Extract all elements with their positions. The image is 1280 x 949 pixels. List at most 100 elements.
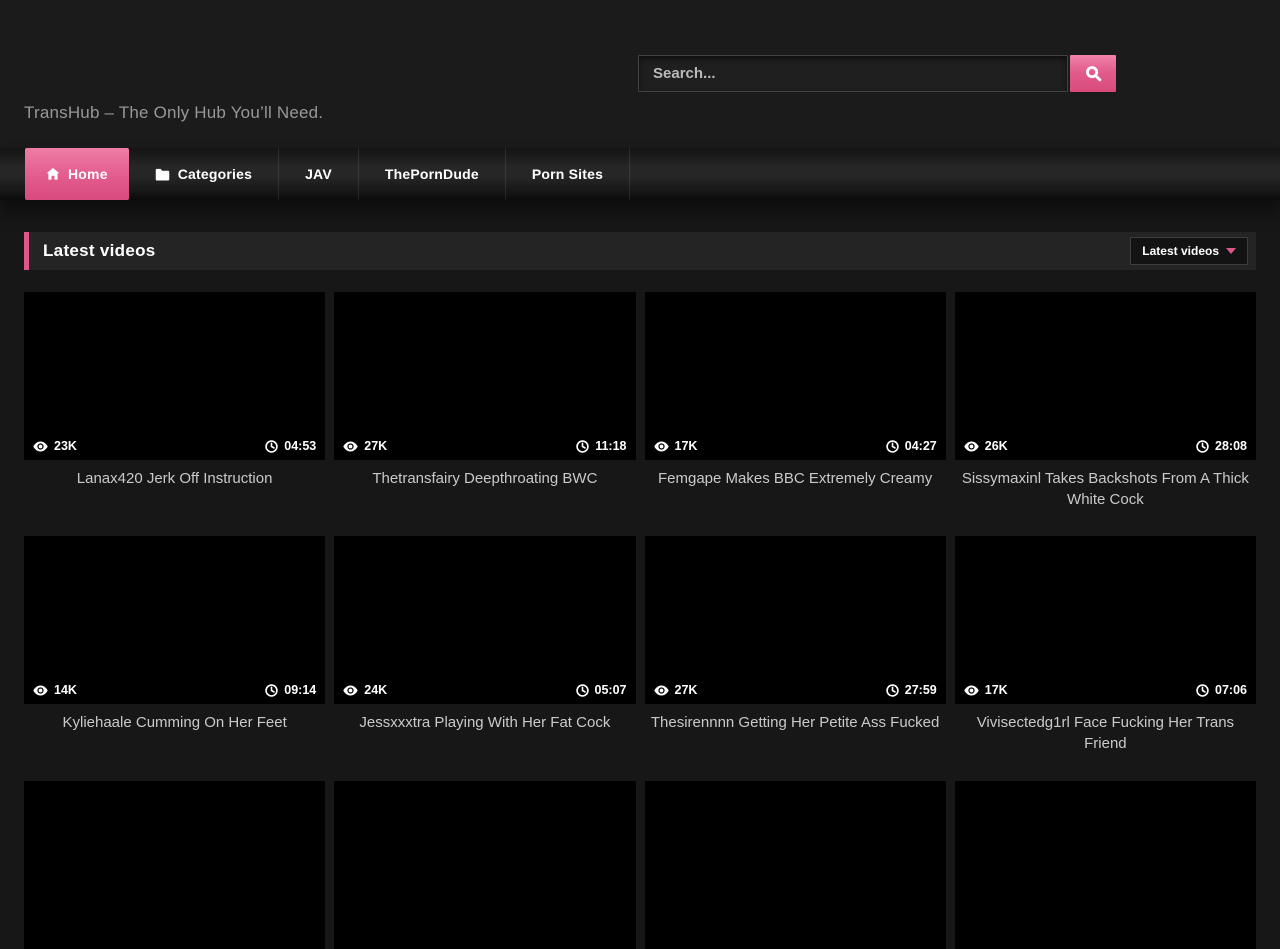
clock-icon <box>265 684 278 697</box>
eye-icon <box>964 685 979 696</box>
video-duration: 04:53 <box>284 439 316 453</box>
nav-item-label: Categories <box>178 166 252 182</box>
nav-item-porn-sites[interactable]: Porn Sites <box>506 148 630 200</box>
eye-icon <box>654 441 669 452</box>
folder-icon <box>155 168 170 181</box>
site-header: TransHub – The Only Hub You’ll Need. <box>0 0 1280 148</box>
chevron-down-icon <box>1226 248 1236 254</box>
video-thumbnail[interactable]: 17K 04:27 <box>645 292 946 460</box>
clock-icon <box>1196 440 1209 453</box>
video-title[interactable]: Lanax420 Jerk Off Instruction <box>24 469 325 506</box>
duration: 05:07 <box>576 683 627 697</box>
video-card-partial[interactable] <box>24 781 325 949</box>
video-title[interactable]: Jessxxxtra Playing With Her Fat Cock <box>334 713 635 750</box>
sort-dropdown-label: Latest videos <box>1142 244 1219 258</box>
views: 26K <box>964 439 1008 453</box>
video-title[interactable]: Sissymaxinl Takes Backshots From A Thick… <box>955 469 1256 510</box>
nav-item-theporndude[interactable]: ThePornDude <box>359 148 506 200</box>
views: 27K <box>343 439 387 453</box>
duration: 09:14 <box>265 683 316 697</box>
video-thumbnail[interactable] <box>334 781 635 949</box>
view-count: 14K <box>54 683 77 697</box>
duration: 11:18 <box>576 439 626 453</box>
clock-icon <box>576 684 589 697</box>
duration: 04:27 <box>886 439 937 453</box>
video-meta: 23K 04:53 <box>24 434 325 460</box>
video-thumbnail[interactable]: 26K 28:08 <box>955 292 1256 460</box>
video-duration: 28:08 <box>1215 439 1247 453</box>
eye-icon <box>33 685 48 696</box>
views: 24K <box>343 683 387 697</box>
duration: 04:53 <box>265 439 316 453</box>
video-card[interactable]: 24K 05:07 Jessxxxtra Playing With Her Fa… <box>334 536 635 754</box>
search-icon <box>1085 65 1102 82</box>
video-card[interactable]: 17K 04:27 Femgape Makes BBC Extremely Cr… <box>645 292 946 510</box>
video-duration: 04:27 <box>905 439 937 453</box>
home-icon <box>46 167 60 181</box>
site-tagline: TransHub – The Only Hub You’ll Need. <box>24 103 323 123</box>
views: 17K <box>654 439 698 453</box>
video-card[interactable]: 14K 09:14 Kyliehaale Cumming On Her Feet <box>24 536 325 754</box>
view-count: 27K <box>675 683 698 697</box>
video-thumbnail[interactable]: 14K 09:14 <box>24 536 325 704</box>
eye-icon <box>654 685 669 696</box>
view-count: 23K <box>54 439 77 453</box>
eye-icon <box>343 685 358 696</box>
video-meta: 27K 11:18 <box>334 434 635 460</box>
section-title: Latest videos <box>43 241 156 261</box>
video-thumbnail[interactable]: 27K 27:59 <box>645 536 946 704</box>
duration: 27:59 <box>886 683 937 697</box>
eye-icon <box>343 441 358 452</box>
section-header: Latest videos Latest videos <box>24 232 1256 270</box>
clock-icon <box>265 440 278 453</box>
video-thumbnail[interactable]: 17K 07:06 <box>955 536 1256 704</box>
video-thumbnail[interactable]: 27K 11:18 <box>334 292 635 460</box>
video-title[interactable]: Thesirennnn Getting Her Petite Ass Fucke… <box>645 713 946 750</box>
search-input[interactable] <box>638 55 1068 92</box>
search-button[interactable] <box>1070 55 1116 92</box>
video-title[interactable]: Femgape Makes BBC Extremely Creamy <box>645 469 946 506</box>
video-card[interactable]: 23K 04:53 Lanax420 Jerk Off Instruction <box>24 292 325 510</box>
eye-icon <box>964 441 979 452</box>
nav-item-label: Porn Sites <box>532 166 603 182</box>
video-thumbnail[interactable]: 23K 04:53 <box>24 292 325 460</box>
video-card[interactable]: 17K 07:06 Vivisectedg1rl Face Fucking He… <box>955 536 1256 754</box>
video-duration: 09:14 <box>284 683 316 697</box>
views: 23K <box>33 439 77 453</box>
video-title[interactable]: Vivisectedg1rl Face Fucking Her Trans Fr… <box>955 713 1256 754</box>
search-form <box>638 55 1116 92</box>
nav-item-label: ThePornDude <box>385 166 479 182</box>
video-duration: 11:18 <box>595 439 626 453</box>
video-title[interactable]: Thetransfairy Deepthroating BWC <box>334 469 635 506</box>
video-thumbnail[interactable]: 24K 05:07 <box>334 536 635 704</box>
video-card[interactable]: 27K 27:59 Thesirennnn Getting Her Petite… <box>645 536 946 754</box>
view-count: 17K <box>985 683 1008 697</box>
video-meta: 24K 05:07 <box>334 678 635 704</box>
clock-icon <box>576 440 589 453</box>
eye-icon <box>33 441 48 452</box>
clock-icon <box>886 440 899 453</box>
nav-item-home[interactable]: Home <box>25 148 129 200</box>
views: 17K <box>964 683 1008 697</box>
views: 27K <box>654 683 698 697</box>
video-grid: 23K 04:53 Lanax420 Jerk Off Instruction … <box>24 292 1256 949</box>
video-meta: 26K 28:08 <box>955 434 1256 460</box>
video-card[interactable]: 27K 11:18 Thetransfairy Deepthroating BW… <box>334 292 635 510</box>
video-card-partial[interactable] <box>645 781 946 949</box>
video-title[interactable]: Kyliehaale Cumming On Her Feet <box>24 713 325 750</box>
video-card-partial[interactable] <box>334 781 635 949</box>
clock-icon <box>1196 684 1209 697</box>
video-card-partial[interactable] <box>955 781 1256 949</box>
video-card[interactable]: 26K 28:08 Sissymaxinl Takes Backshots Fr… <box>955 292 1256 510</box>
video-duration: 27:59 <box>905 683 937 697</box>
view-count: 17K <box>675 439 698 453</box>
nav-item-jav[interactable]: JAV <box>279 148 359 200</box>
video-meta: 17K 07:06 <box>955 678 1256 704</box>
video-duration: 05:07 <box>595 683 627 697</box>
video-thumbnail[interactable] <box>955 781 1256 949</box>
video-thumbnail[interactable] <box>24 781 325 949</box>
nav-item-label: JAV <box>305 166 332 182</box>
video-thumbnail[interactable] <box>645 781 946 949</box>
sort-dropdown[interactable]: Latest videos <box>1130 237 1248 265</box>
nav-item-categories[interactable]: Categories <box>129 148 279 200</box>
